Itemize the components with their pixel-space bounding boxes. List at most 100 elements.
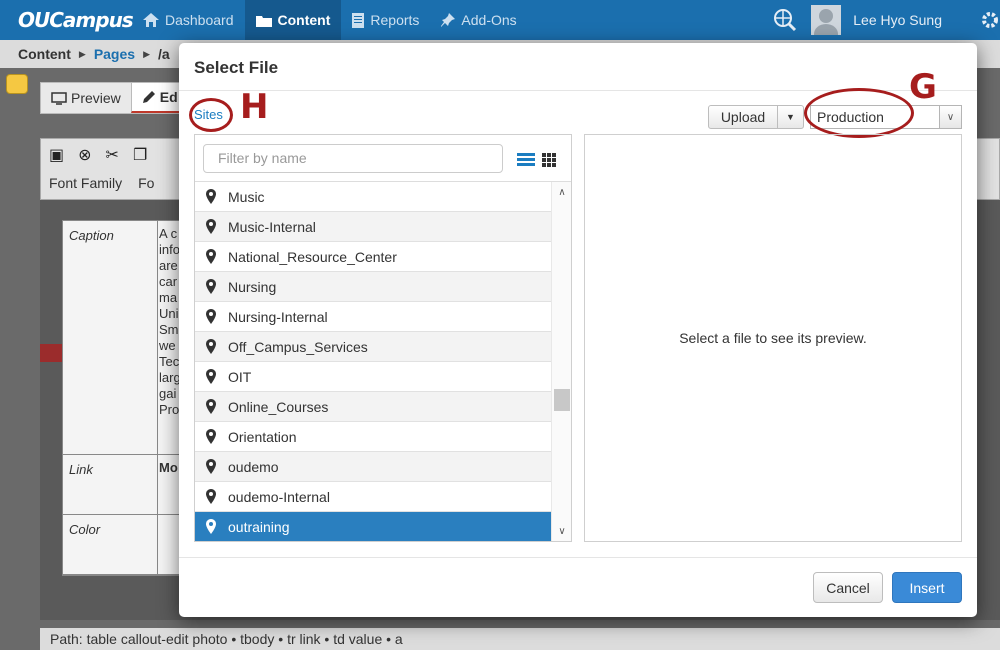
breadcrumb-separator-icon: ▶ <box>143 48 150 59</box>
select-file-dialog: Select File Sites H Upload ▼ Production … <box>179 43 977 617</box>
site-list-item[interactable]: Music <box>195 182 551 212</box>
site-list-item[interactable]: Nursing-Internal <box>195 302 551 332</box>
site-list-item[interactable]: Off_Campus_Services <box>195 332 551 362</box>
cancel-button[interactable]: Cancel <box>813 572 883 603</box>
filter-row: Filter by name <box>195 135 571 182</box>
tab-preview[interactable]: Preview <box>41 83 131 113</box>
site-name: Online_Courses <box>228 398 329 415</box>
map-marker-icon <box>206 519 216 534</box>
nav-addons[interactable]: Add-Ons <box>430 0 527 40</box>
annotation-letter-h: H <box>240 87 269 127</box>
map-marker-icon <box>206 369 216 384</box>
caption-text: A c info are car ma Uni Sm we Tec larg gai Pro <box>159 226 181 417</box>
font-family-dropdown[interactable]: Font Family <box>49 175 122 191</box>
user-area: Lee Hyo Sung <box>773 0 1000 40</box>
site-list: Music Music-Internal National_Resource_Cen… <box>195 182 551 541</box>
report-icon <box>352 12 365 28</box>
upload-button-group: Upload ▼ <box>708 105 804 129</box>
link-value[interactable]: Mo <box>159 460 178 476</box>
upload-button[interactable]: Upload <box>708 105 778 129</box>
site-name: Nursing <box>228 278 277 295</box>
folder-icon <box>255 15 272 27</box>
filter-input[interactable]: Filter by name <box>203 144 503 173</box>
site-name: OIT <box>228 368 252 385</box>
site-name: oudemo <box>228 458 279 475</box>
site-list-item[interactable]: Online_Courses <box>195 392 551 422</box>
annotation-circle <box>189 98 233 132</box>
close-icon[interactable]: ⊗ <box>78 145 91 165</box>
map-marker-icon <box>206 399 216 414</box>
map-marker-icon <box>206 459 216 474</box>
page-status-icon[interactable] <box>6 74 28 94</box>
caption-label: Caption <box>69 228 114 243</box>
scroll-down-icon[interactable]: ∨ <box>552 523 572 539</box>
color-label: Color <box>69 522 101 537</box>
map-marker-icon <box>206 309 216 324</box>
map-marker-icon <box>206 189 216 204</box>
scroll-up-icon[interactable]: ∧ <box>552 184 572 200</box>
site-list-item[interactable]: Nursing <box>195 272 551 302</box>
site-name: Music-Internal <box>228 218 316 235</box>
tab-preview-label: Preview <box>71 90 121 106</box>
site-list-item[interactable]: Orientation <box>195 422 551 452</box>
site-name: National_Resource_Center <box>228 248 397 265</box>
user-name[interactable]: Lee Hyo Sung <box>853 12 942 28</box>
site-name: oudemo-Internal <box>228 488 330 505</box>
app-logo[interactable]: OUCampus <box>0 8 134 32</box>
insert-button[interactable]: Insert <box>892 572 962 603</box>
site-name: Nursing-Internal <box>228 308 328 325</box>
map-marker-icon <box>206 249 216 264</box>
nav-dashboard-label: Dashboard <box>165 12 234 28</box>
map-marker-icon <box>206 429 216 444</box>
annotation-circle <box>804 88 914 138</box>
nav-reports[interactable]: Reports <box>341 0 430 40</box>
upload-dropdown-toggle[interactable]: ▼ <box>778 105 804 129</box>
breadcrumb-separator-icon: ▶ <box>78 48 86 59</box>
gear-icon[interactable] <box>980 10 1000 30</box>
element-path-bar: Path: table callout-edit photo • tbody •… <box>40 628 1000 650</box>
home-icon <box>143 13 159 27</box>
site-list-item[interactable]: oudemo <box>195 452 551 482</box>
nav-addons-label: Add-Ons <box>461 12 517 28</box>
map-marker-icon <box>206 339 216 354</box>
site-list-item[interactable]: Music-Internal <box>195 212 551 242</box>
breadcrumb-content[interactable]: Content <box>18 46 71 62</box>
tab-edit-label: Ed <box>159 89 178 105</box>
nav-content-label: Content <box>277 12 331 28</box>
site-list-item[interactable]: outraining <box>195 512 551 541</box>
top-navigation-bar: OUCampus Dashboard Content Reports Add-O… <box>0 0 1000 40</box>
grid-view-icon[interactable] <box>542 153 556 167</box>
site-list-item[interactable]: oudemo-Internal <box>195 482 551 512</box>
breadcrumb-pages[interactable]: Pages <box>94 46 135 62</box>
map-marker-icon <box>206 489 216 504</box>
map-marker-icon <box>206 219 216 234</box>
caret-down-icon: ▼ <box>786 112 795 122</box>
site-name: Off_Campus_Services <box>228 338 368 355</box>
nav-dashboard[interactable]: Dashboard <box>132 0 245 40</box>
cut-icon[interactable]: ✂ <box>106 145 119 165</box>
site-name: Orientation <box>228 428 297 445</box>
copy-icon[interactable]: ❐ <box>133 145 147 165</box>
save-icon[interactable]: ▣ <box>49 145 64 165</box>
pencil-icon <box>142 91 155 103</box>
globe-search-icon[interactable] <box>773 8 797 32</box>
site-list-item[interactable]: OIT <box>195 362 551 392</box>
nav-reports-label: Reports <box>370 12 420 28</box>
scrollbar-thumb[interactable] <box>554 389 570 411</box>
font-size-dropdown[interactable]: Fo <box>138 175 154 191</box>
avatar[interactable] <box>811 5 842 35</box>
site-list-item[interactable]: National_Resource_Center <box>195 242 551 272</box>
pin-icon <box>441 13 456 27</box>
nav-content[interactable]: Content <box>244 0 342 40</box>
link-label: Link <box>69 462 93 477</box>
file-preview-panel: Select a file to see its preview. <box>584 134 962 542</box>
monitor-icon <box>51 91 67 105</box>
site-name: outraining <box>228 518 290 535</box>
site-name: Music <box>228 188 265 205</box>
edit-mode-tabs: Preview Ed <box>40 82 189 114</box>
decorative-bar <box>40 344 62 362</box>
scrollbar[interactable]: ∧ ∨ <box>551 182 571 541</box>
annotation-letter-g: G <box>909 67 937 107</box>
list-view-icon[interactable] <box>517 153 535 167</box>
breadcrumb-path[interactable]: /a <box>158 46 170 62</box>
